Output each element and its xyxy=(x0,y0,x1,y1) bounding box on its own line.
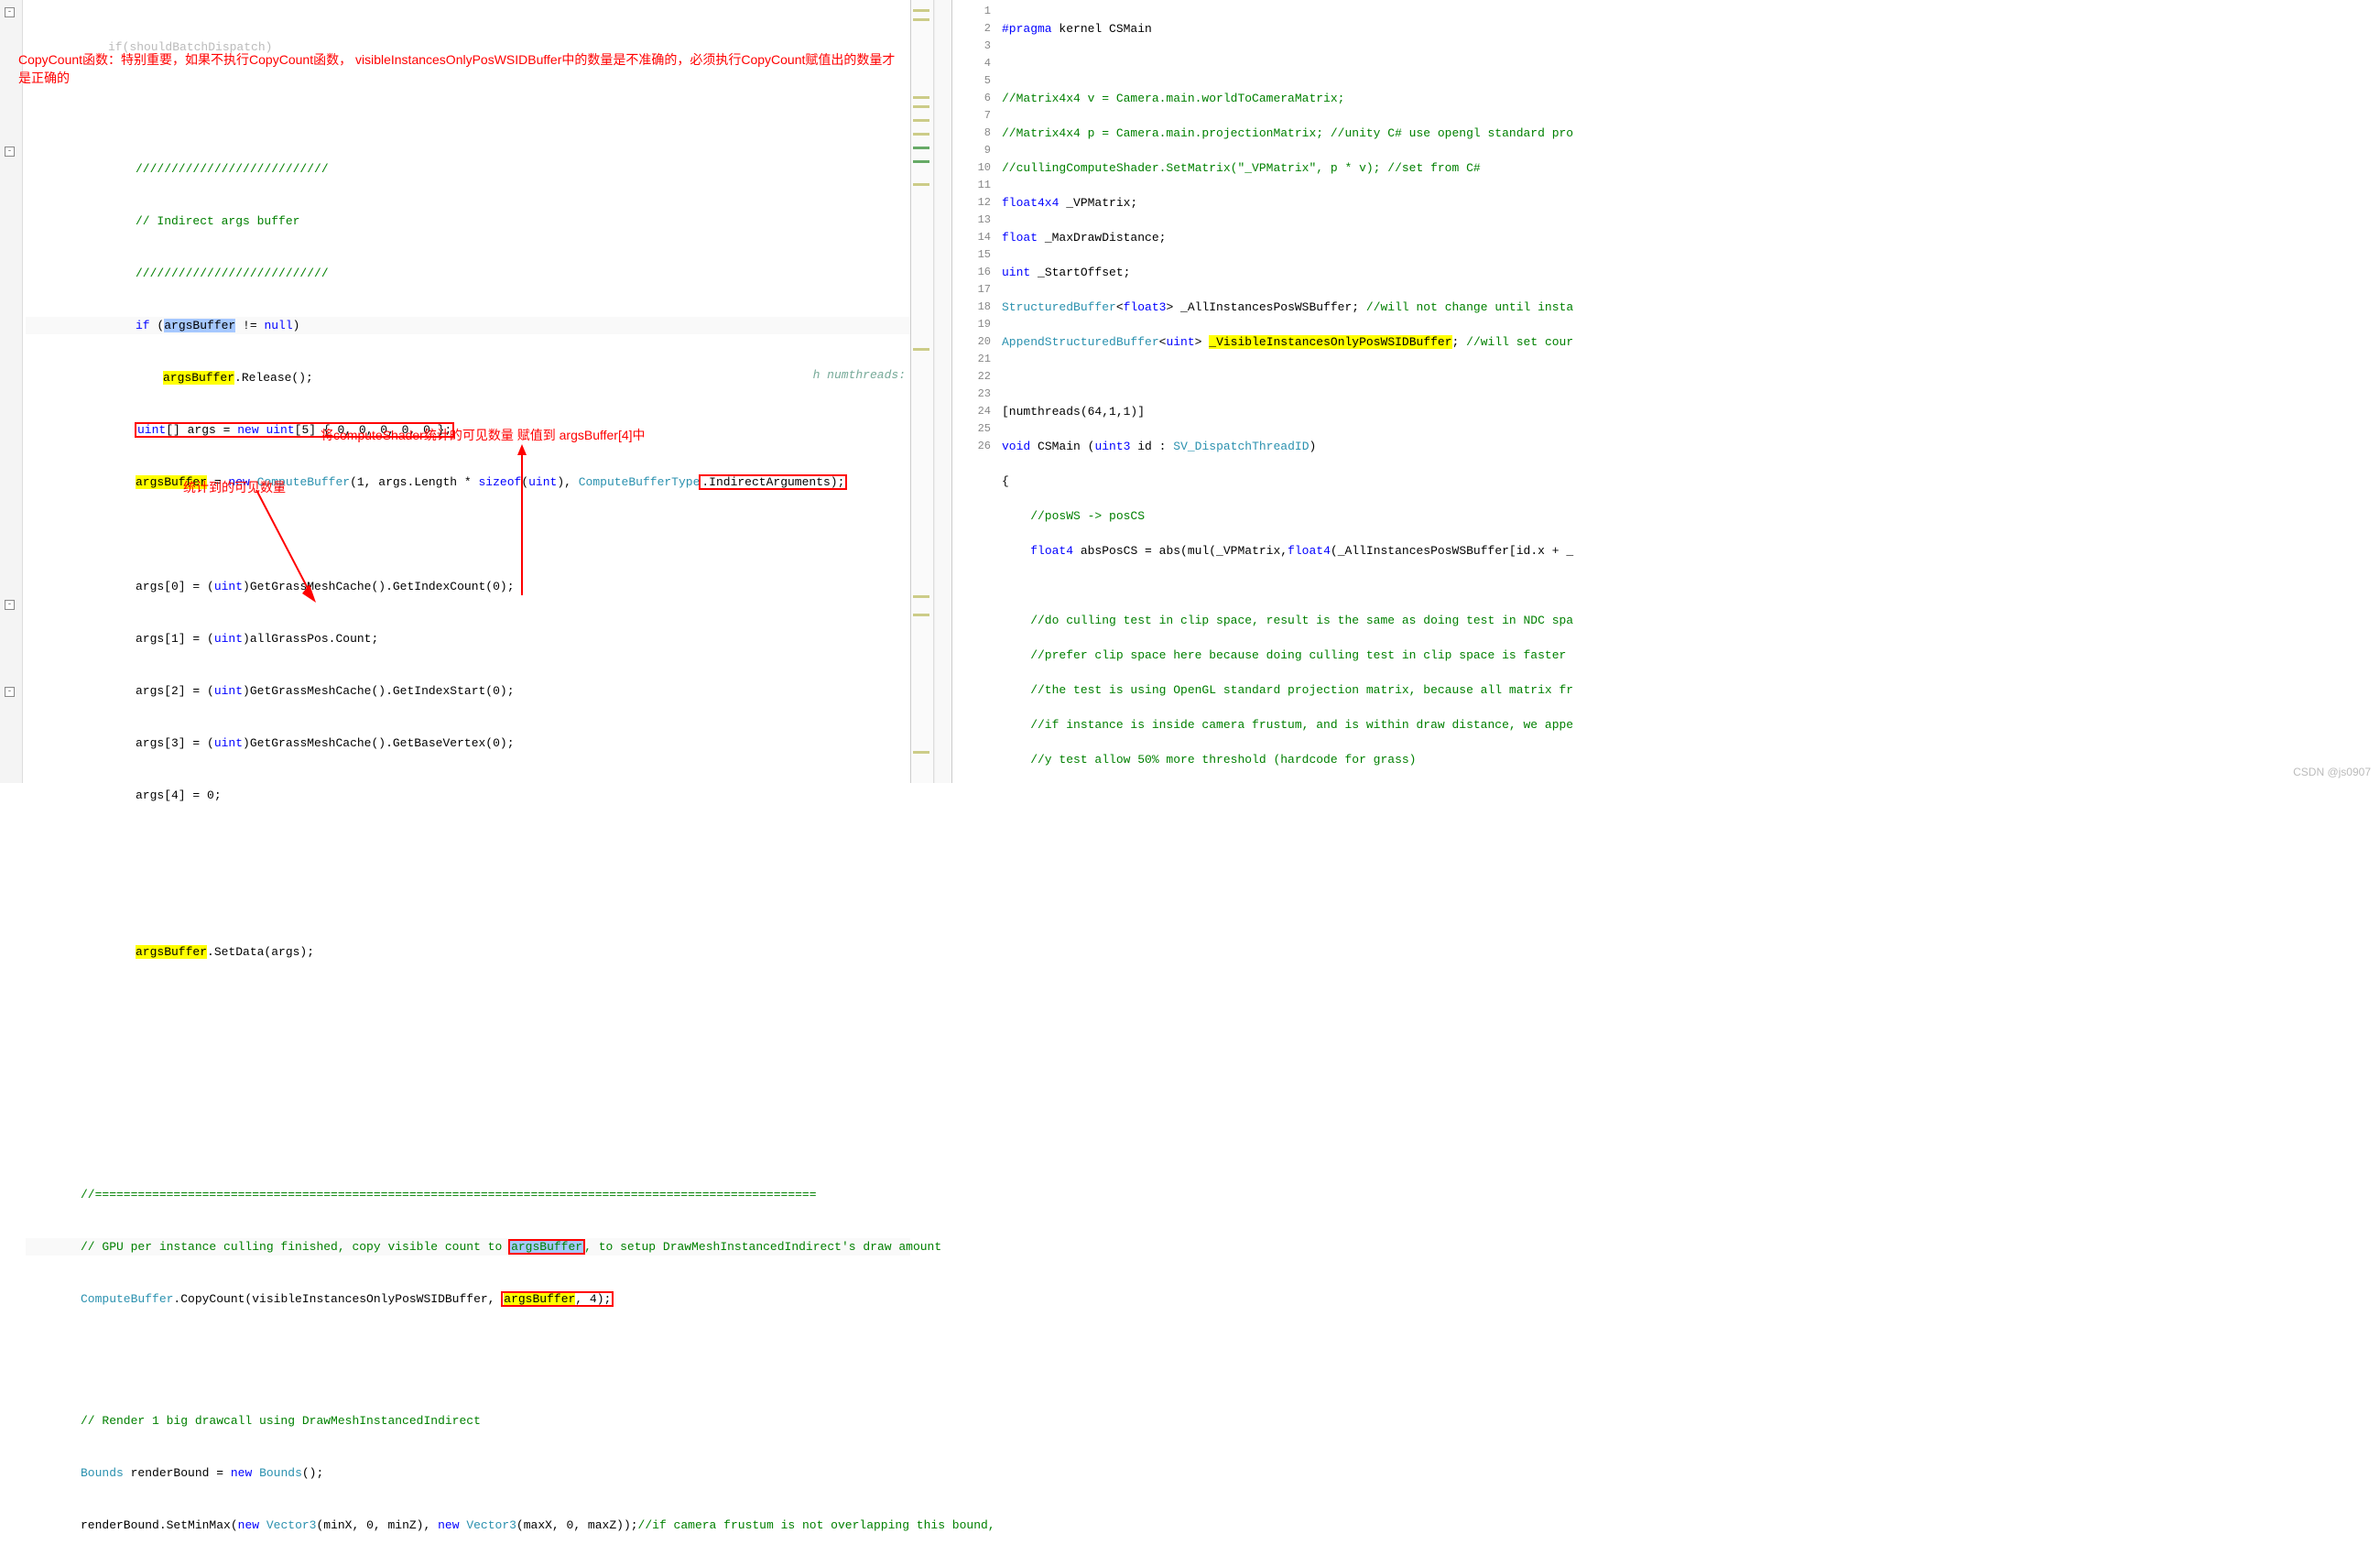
code-line: ComputeBuffer.CopyCount(visibleInstances… xyxy=(26,1290,910,1308)
code-line: //Matrix4x4 p = Camera.main.projectionMa… xyxy=(1002,125,2376,142)
code-line xyxy=(26,839,910,856)
code-line: // GPU per instance culling finished, co… xyxy=(26,1238,910,1256)
code-line: //if instance is inside camera frustum, … xyxy=(1002,716,2376,734)
code-line: /////////////////////////// xyxy=(26,160,910,178)
code-line xyxy=(26,995,910,1018)
code-line: //do culling test in clip space, result … xyxy=(1002,612,2376,629)
code-line: args[3] = (uint)GetGrassMeshCache().GetB… xyxy=(26,734,910,752)
code-line xyxy=(26,1053,910,1076)
right-code-area[interactable]: #pragma kernel CSMain //Matrix4x4 v = Ca… xyxy=(998,0,2380,783)
inlay-hint: h numthreads: xyxy=(813,366,906,384)
code-line: // Render 1 big drawcall using DrawMeshI… xyxy=(26,1412,910,1430)
annotation-assign: 将computeShader统计的可见数量 赋值到 argsBuffer[4]中 xyxy=(321,426,646,444)
code-line: AppendStructuredBuffer<uint> _VisibleIns… xyxy=(1002,333,2376,351)
arrow-up xyxy=(513,444,531,600)
code-line: //Matrix4x4 v = Camera.main.worldToCamer… xyxy=(1002,90,2376,107)
code-line xyxy=(1002,55,2376,72)
annotation-copycount: CopyCount函数：特别重要，如果不执行CopyCount函数， visib… xyxy=(18,50,897,87)
code-line xyxy=(26,91,910,108)
code-line: argsBuffer = new ComputeBuffer(1, args.L… xyxy=(26,473,910,491)
code-line: //the test is using OpenGL standard proj… xyxy=(1002,681,2376,699)
fold-icon[interactable]: - xyxy=(5,600,15,610)
code-line: float4x4 _VPMatrix; xyxy=(1002,194,2376,212)
code-line xyxy=(26,1343,910,1360)
code-line xyxy=(26,1111,910,1134)
line-number-gutter: 1234567891011121314151617181920212223242… xyxy=(952,0,998,783)
code-line: //posWS -> posCS xyxy=(1002,507,2376,525)
code-line: //======================================… xyxy=(26,1186,910,1203)
code-line: if (argsBuffer != null) xyxy=(26,317,910,334)
code-line: //cullingComputeShader.SetMatrix("_VPMat… xyxy=(1002,159,2376,177)
code-line: args[1] = (uint)allGrassPos.Count; xyxy=(26,630,910,647)
code-line: args[0] = (uint)GetGrassMeshCache().GetI… xyxy=(26,578,910,595)
code-line: [numthreads(64,1,1)] xyxy=(1002,403,2376,420)
code-line xyxy=(1002,368,2376,386)
arrow-diag xyxy=(247,485,321,604)
right-editor-pane[interactable]: 1234567891011121314151617181920212223242… xyxy=(952,0,2380,783)
code-line: renderBound.SetMinMax(new Vector3(minX, … xyxy=(26,1517,910,1534)
code-line: argsBuffer.Release(); xyxy=(26,369,910,386)
code-line xyxy=(1002,577,2376,594)
code-line: /////////////////////////// xyxy=(26,265,910,282)
annotation-count: 统计到的可见数量 xyxy=(183,478,286,496)
fold-icon[interactable]: - xyxy=(5,147,15,157)
left-code-area[interactable]: if(shouldBatchDispatch) ////////////////… xyxy=(26,0,910,1566)
left-editor-pane[interactable]: - - - - CopyCount函数：特别重要，如果不执行CopyCount函… xyxy=(0,0,911,783)
minimap[interactable] xyxy=(911,0,934,783)
fold-gutter: - - - - xyxy=(0,0,23,783)
code-line: Bounds renderBound = new Bounds(); xyxy=(26,1464,910,1482)
code-line: float _MaxDrawDistance; xyxy=(1002,229,2376,246)
code-line: { xyxy=(1002,473,2376,490)
code-line: args[4] = 0; xyxy=(26,787,910,804)
code-line: args[2] = (uint)GetGrassMeshCache().GetI… xyxy=(26,682,910,700)
code-line: uint _StartOffset; xyxy=(1002,264,2376,281)
fold-icon[interactable]: - xyxy=(5,687,15,697)
code-line: #pragma kernel CSMain xyxy=(1002,20,2376,38)
code-line xyxy=(26,526,910,543)
code-line: float4 absPosCS = abs(mul(_VPMatrix,floa… xyxy=(1002,542,2376,560)
code-line: StructuredBuffer<float3> _AllInstancesPo… xyxy=(1002,299,2376,316)
scrollbar-gutter[interactable] xyxy=(934,0,952,783)
fold-icon[interactable]: - xyxy=(5,7,15,17)
code-line xyxy=(26,891,910,908)
code-line: void CSMain (uint3 id : SV_DispatchThrea… xyxy=(1002,438,2376,455)
code-line: argsBuffer.SetData(args); xyxy=(26,943,910,961)
code-line: //y test allow 50% more threshold (hardc… xyxy=(1002,751,2376,768)
code-line: //prefer clip space here because doing c… xyxy=(1002,647,2376,664)
watermark: CSDN @js0907 xyxy=(2293,766,2371,778)
code-line: // Indirect args buffer xyxy=(26,212,910,230)
